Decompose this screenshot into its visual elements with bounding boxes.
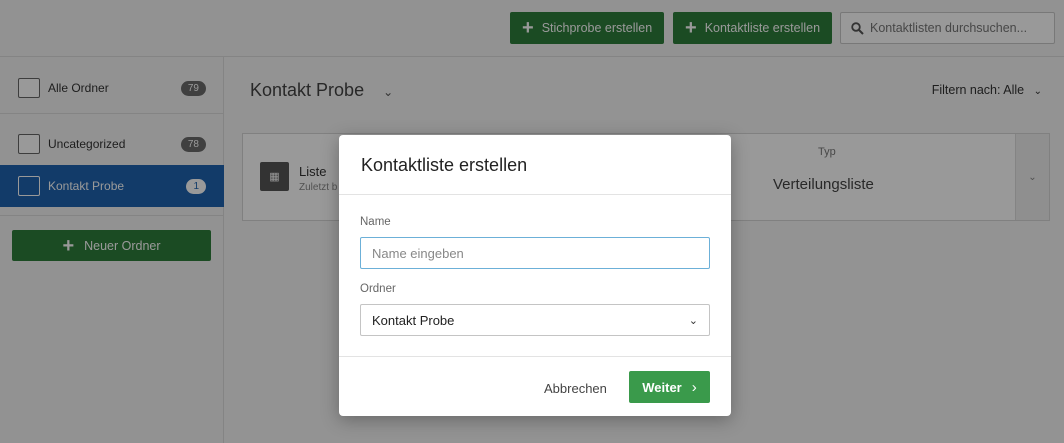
folder-label: Ordner bbox=[360, 283, 396, 295]
next-button-label: Weiter bbox=[642, 379, 682, 395]
folder-select[interactable]: Kontakt Probe ⌄ bbox=[360, 304, 710, 336]
cancel-button[interactable]: Abbrechen bbox=[544, 379, 607, 399]
chevron-right-icon: › bbox=[691, 378, 697, 396]
name-label: Name bbox=[360, 216, 391, 228]
name-input[interactable] bbox=[360, 237, 710, 269]
dialog-title: Kontaktliste erstellen bbox=[361, 155, 528, 175]
next-button[interactable]: Weiter › bbox=[629, 371, 710, 403]
dialog-divider bbox=[339, 356, 731, 357]
folder-select-value: Kontakt Probe bbox=[372, 312, 455, 328]
chevron-down-icon: ⌄ bbox=[688, 314, 698, 327]
dialog-divider bbox=[339, 194, 731, 195]
create-contact-list-dialog: Kontaktliste erstellen Name Ordner Konta… bbox=[339, 135, 731, 416]
